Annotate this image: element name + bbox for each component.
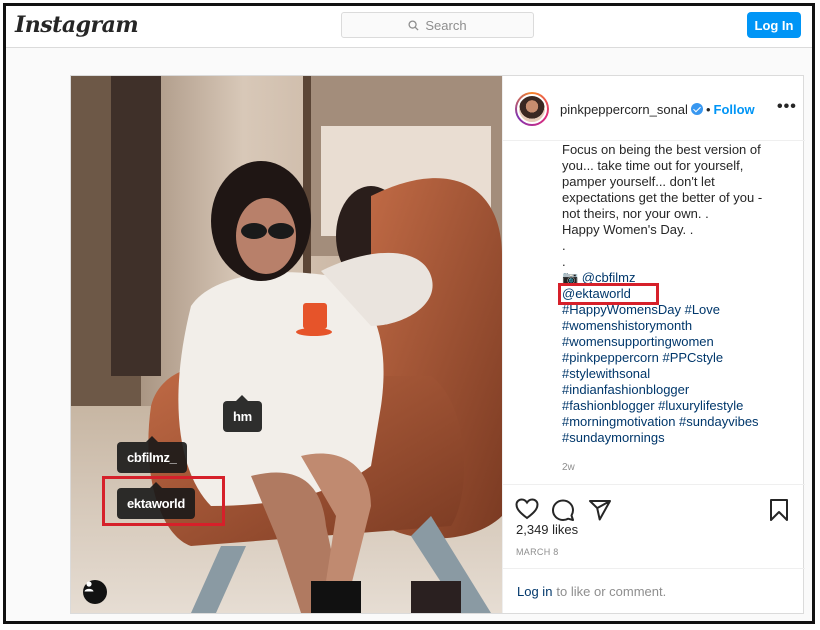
hashtag-line[interactable]: #indianfashionblogger	[562, 382, 794, 398]
search-icon	[408, 19, 419, 31]
comment-icon[interactable]	[551, 498, 575, 522]
post-details-panel: pinkpeppercorn_sonal • Follow ••• Focus on…	[502, 76, 805, 613]
photo-tag-cbfilmz[interactable]: cbfilmz_	[117, 436, 187, 473]
instagram-logo[interactable]: Instagram	[15, 12, 139, 38]
search-placeholder: Search	[425, 17, 467, 33]
hashtag-line[interactable]: #morningmotivation #sundayvibes	[562, 414, 794, 430]
username-link[interactable]: pinkpeppercorn_sonal	[560, 102, 688, 117]
hashtag-line[interactable]: #stylewithsonal	[562, 366, 794, 382]
post-card: hm cbfilmz_ ektaworld pinkpeppercorn_son…	[70, 75, 805, 614]
mention-row: @ektaworld	[558, 283, 794, 305]
separator-dot: •	[705, 102, 711, 117]
hashtag-line[interactable]: #fashionblogger #luxurylifestyle	[562, 398, 794, 414]
hashtag-line[interactable]: #womensupportingwomen	[562, 334, 794, 350]
heart-icon[interactable]	[515, 498, 539, 520]
login-button[interactable]: Log In	[747, 12, 801, 38]
caption-line: you... take time out for yourself,	[562, 158, 744, 173]
hashtag-line[interactable]: #pinkpeppercorn #PPCstyle	[562, 350, 794, 366]
hashtag-line[interactable]: #sundaymornings	[562, 430, 794, 446]
caption-line: expectations get the better of you -	[562, 190, 763, 205]
login-link[interactable]: Log in	[517, 584, 552, 599]
bookmark-icon[interactable]	[768, 498, 790, 522]
more-options-icon[interactable]: •••	[777, 98, 797, 116]
search-input[interactable]: Search	[341, 12, 534, 38]
photo-tag-ektaworld[interactable]: ektaworld	[117, 482, 195, 519]
caption-line: .	[562, 238, 566, 253]
share-icon[interactable]	[588, 498, 612, 522]
avatar[interactable]	[515, 92, 549, 126]
post-caption: Focus on being the best version of you..…	[558, 142, 794, 446]
follow-button[interactable]: Follow	[714, 102, 755, 117]
caption-line: .	[562, 254, 566, 269]
post-author: pinkpeppercorn_sonal • Follow	[560, 102, 755, 117]
post-age: 2w	[562, 462, 575, 473]
photo-illustration	[71, 76, 502, 613]
tagged-users-button[interactable]	[83, 580, 107, 604]
post-header: pinkpeppercorn_sonal • Follow •••	[503, 76, 805, 141]
post-photo[interactable]: hm cbfilmz_ ektaworld	[71, 76, 502, 613]
caption-line: not theirs, nor your own. .	[562, 206, 709, 221]
caption-line: Happy Women's Day. .	[562, 222, 694, 237]
verified-badge-icon	[690, 103, 703, 115]
photo-tag-hm[interactable]: hm	[223, 395, 262, 432]
highlight-box-mention	[558, 283, 659, 305]
post-date: MARCH 8	[516, 547, 559, 557]
window-frame: Instagram Search Log In hm cbfilmz_ ekta…	[3, 3, 815, 624]
caption-line: pamper yourself... don't let	[562, 174, 715, 189]
comment-prompt-text: to like or comment.	[556, 583, 667, 599]
top-navbar: Instagram Search Log In	[6, 6, 812, 48]
comment-prompt: Log in to like or comment.	[503, 568, 805, 613]
like-count[interactable]: 2,349 likes	[516, 522, 578, 537]
user-icon	[84, 581, 94, 592]
caption-line: Focus on being the best version of	[562, 142, 761, 157]
hashtag-line[interactable]: #womenshistorymonth	[562, 318, 794, 334]
